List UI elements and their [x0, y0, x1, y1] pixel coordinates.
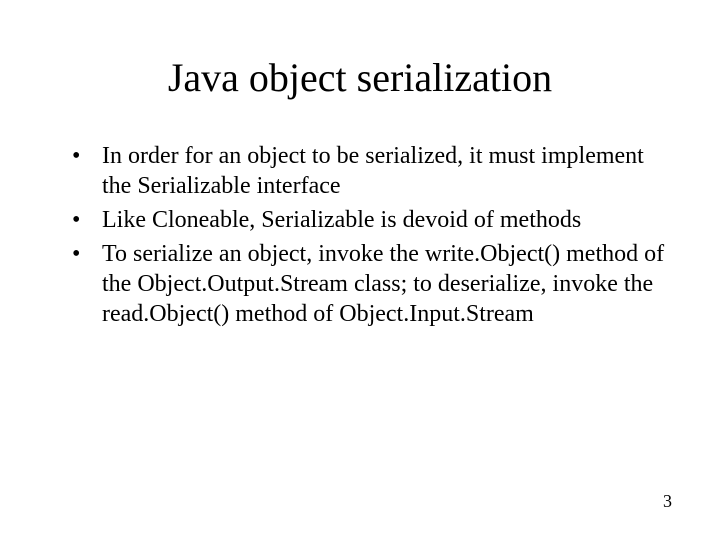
list-item: Like Cloneable, Serializable is devoid o…	[72, 205, 672, 235]
slide-title: Java object serialization	[48, 54, 672, 101]
page-number: 3	[663, 491, 672, 512]
bullet-list: In order for an object to be serialized,…	[48, 141, 672, 329]
list-item: To serialize an object, invoke the write…	[72, 239, 672, 329]
list-item: In order for an object to be serialized,…	[72, 141, 672, 201]
slide: Java object serialization In order for a…	[0, 0, 720, 540]
